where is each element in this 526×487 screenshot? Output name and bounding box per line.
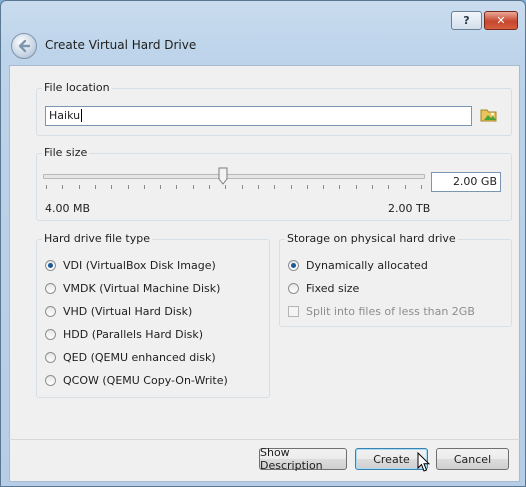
radio-indicator [288,260,299,271]
slider-tick [143,185,145,189]
radio-indicator [288,283,299,294]
dialog-window: ? ✕ Create Virtual Hard Drive File locat… [0,0,526,487]
close-button[interactable]: ✕ [484,11,518,30]
slider-tick [192,185,194,189]
radio-label: VMDK (Virtual Machine Disk) [63,282,221,295]
radio-indicator [45,283,56,294]
file-size-value: 2.00 GB [452,175,497,188]
slider-tick [404,185,406,189]
slider-tick [241,185,243,189]
back-button[interactable] [11,33,37,59]
radio-label: HDD (Parallels Hard Disk) [63,328,204,341]
radio-label: VDI (VirtualBox Disk Image) [63,259,216,272]
radio-vdi[interactable]: VDI (VirtualBox Disk Image) [45,259,216,272]
checkbox-label: Split into files of less than 2GB [306,305,475,318]
radio-hdd[interactable]: HDD (Parallels Hard Disk) [45,328,203,341]
folder-icon[interactable] [480,107,498,123]
radio-label: VHD (Virtual Hard Disk) [63,305,193,318]
window-title: Create Virtual Hard Drive [45,38,197,52]
radio-label: Dynamically allocated [306,259,428,272]
cancel-label: Cancel [453,452,492,466]
slider-tick [209,185,211,189]
create-label: Create [373,452,410,466]
close-icon: ✕ [496,14,506,27]
radio-indicator [45,260,56,271]
slider-tick [78,185,80,189]
title-buttons: ? ✕ [451,11,518,30]
slider-tick [225,185,227,189]
help-button[interactable]: ? [451,11,482,30]
show-description-label: Show Description [260,446,323,472]
slider-tick [323,185,325,189]
radio-indicator [45,306,56,317]
slider-tick [290,185,292,189]
slider-tick [111,185,113,189]
mouse-cursor-icon [417,452,430,472]
slider-tick [339,185,341,189]
file-size-input[interactable]: 2.00 GB [431,172,501,192]
checkbox-indicator [288,306,299,317]
slider-tick [160,185,162,189]
slider-tick [355,185,357,189]
slider-tick [46,185,47,189]
slider-tick [388,185,390,189]
radio-label: QCOW (QEMU Copy-On-Write) [63,374,228,387]
file-location-value: Haiku [49,109,81,122]
slider-tick [372,185,374,189]
radio-indicator [45,375,56,386]
slider-tick [127,185,129,189]
file-location-input[interactable]: Haiku [45,106,472,126]
size-slider-thumb[interactable] [218,167,228,185]
slider-tick [274,185,276,189]
radio-dynamic[interactable]: Dynamically allocated [288,259,428,272]
dialog-footer: Show Description Create Cancel [9,439,520,482]
back-arrow-icon [18,39,31,53]
size-slider-track[interactable] [43,174,425,179]
slider-tick [421,185,422,189]
radio-indicator [45,329,56,340]
radio-label: Fixed size [306,282,360,295]
slider-tick [176,185,178,189]
radio-fixed[interactable]: Fixed size [288,282,359,295]
min-size-label: 4.00 MB [45,202,91,215]
radio-label: QED (QEMU enhanced disk) [63,351,216,364]
show-description-button[interactable]: Show Description [259,446,347,472]
slider-tick [306,185,308,189]
radio-indicator [45,352,56,363]
file-type-legend: Hard drive file type [42,232,152,245]
slider-tick [94,185,96,189]
file-size-legend: File size [42,146,90,159]
max-size-label: 2.00 TB [388,202,431,215]
radio-vmdk[interactable]: VMDK (Virtual Machine Disk) [45,282,220,295]
radio-qed[interactable]: QED (QEMU enhanced disk) [45,351,216,364]
split-checkbox[interactable]: Split into files of less than 2GB [288,305,475,318]
cancel-button[interactable]: Cancel [436,448,509,470]
radio-qcow[interactable]: QCOW (QEMU Copy-On-Write) [45,374,228,387]
dialog-content: File location Haiku File size 2.00 GB 4.… [9,65,520,440]
storage-legend: Storage on physical hard drive [285,232,458,245]
slider-tick [62,185,64,189]
radio-vhd[interactable]: VHD (Virtual Hard Disk) [45,305,192,318]
file-location-legend: File location [42,81,112,94]
slider-tick [257,185,259,189]
help-icon: ? [463,14,470,27]
